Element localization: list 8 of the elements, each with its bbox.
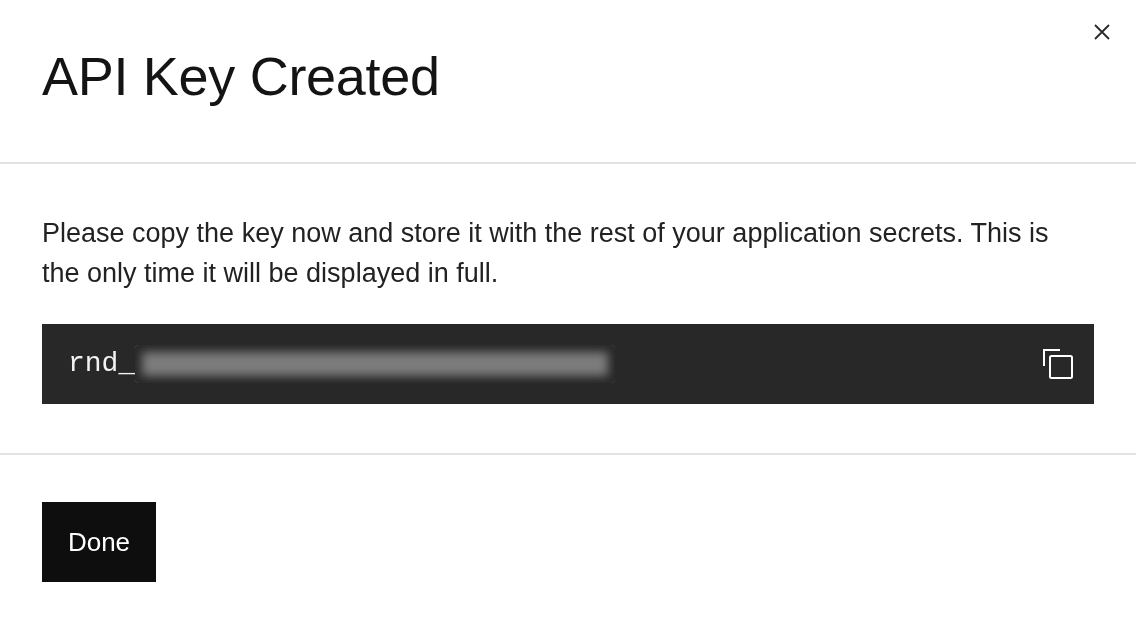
api-key-text: rnd_ <box>68 347 136 381</box>
done-button[interactable]: Done <box>42 502 156 582</box>
dialog-title: API Key Created <box>42 45 440 107</box>
copy-button[interactable] <box>1043 349 1073 379</box>
instruction-text: Please copy the key now and store it with the rest of your application secrets. This is the only time it will be displayed in full. <box>42 217 1050 290</box>
copy-icon <box>1043 349 1073 379</box>
close-icon <box>1094 24 1110 40</box>
close-button[interactable] <box>1092 22 1112 42</box>
